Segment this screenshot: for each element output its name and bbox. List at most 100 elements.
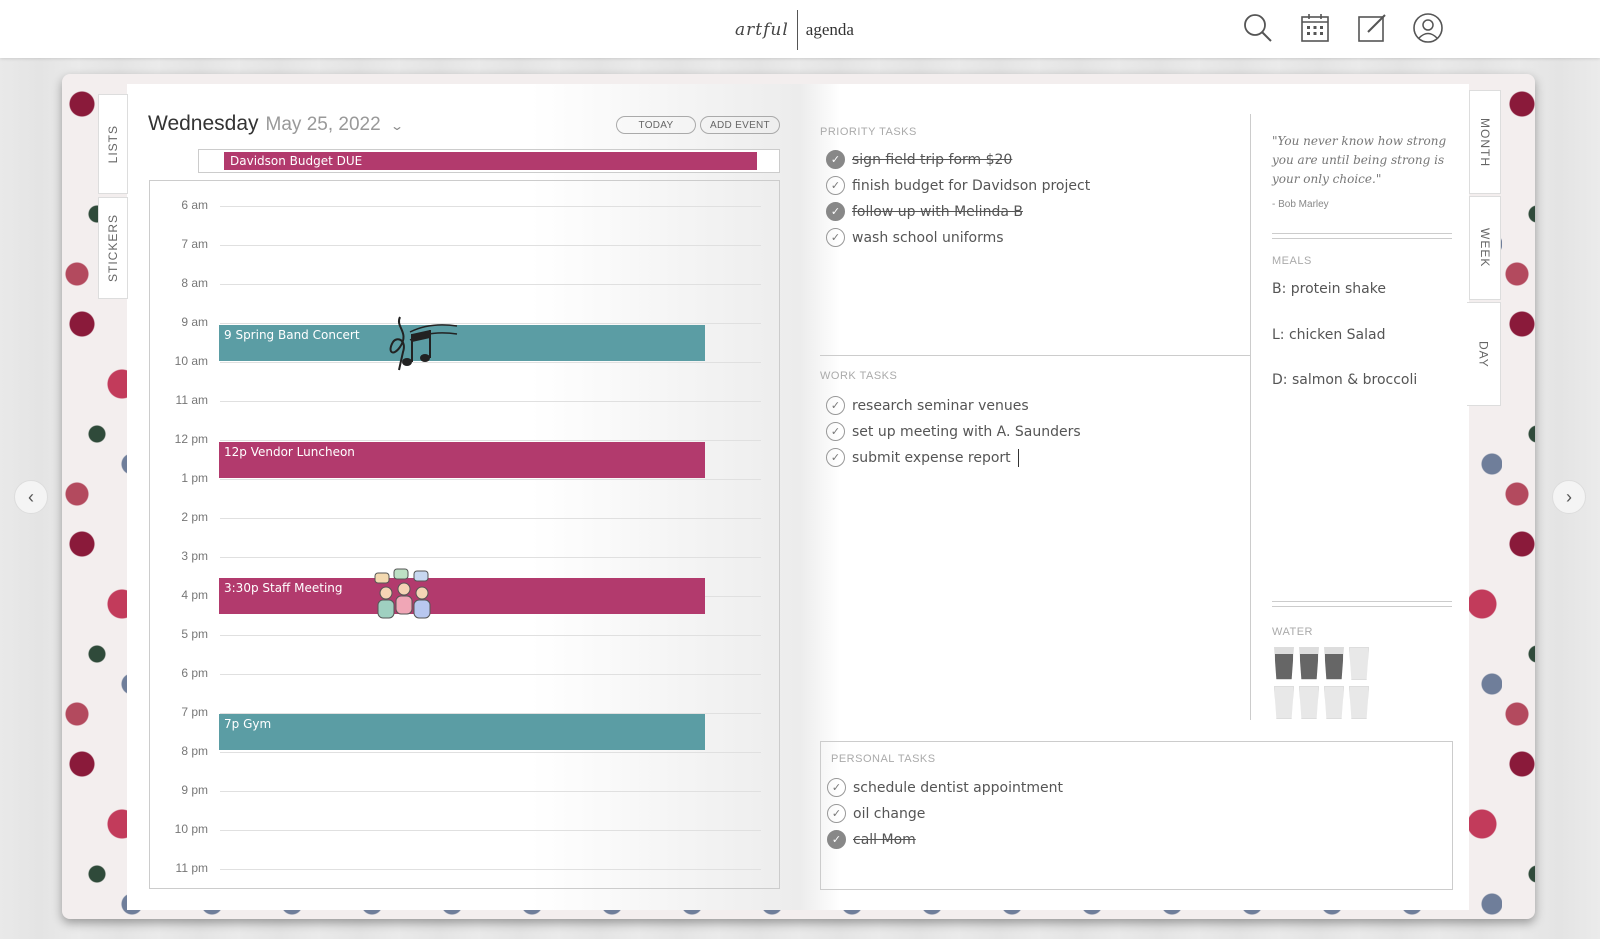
list-item: ✓ research seminar venues [826,396,1029,415]
event-staff-meeting[interactable]: 3:30p Staff Meeting [219,578,705,614]
list-item: ✓ wash school uniforms [826,228,1004,247]
music-notes-sticker[interactable] [385,312,460,374]
chevron-left-icon: ‹ [28,486,34,507]
meal-dinner[interactable]: D: salmon & broccoli [1272,372,1417,388]
hour-label: 6 am [181,198,208,212]
add-event-button[interactable]: ADD EVENT [700,116,780,134]
app-logo[interactable]: artful agenda [735,10,854,50]
list-item: ✓ call Mom [827,830,916,849]
task-checkbox[interactable]: ✓ [826,150,845,169]
day-header: Wednesday May 25, 2022 ⌄ [148,112,404,136]
user-icon[interactable] [1412,12,1444,44]
hour-label: 12 pm [174,432,208,446]
water-cup[interactable] [1349,686,1369,719]
task-text[interactable]: set up meeting with A. Saunders [852,424,1081,440]
calendar-icon[interactable] [1299,12,1331,44]
hour-row: 6 am [150,198,779,245]
task-checkbox[interactable]: ✓ [826,396,845,415]
task-text[interactable]: sign field trip form $20 [852,152,1012,168]
date-label: May 25, 2022 [265,114,381,135]
water-cup[interactable] [1274,686,1294,719]
hour-label: 6 pm [181,666,208,680]
meal-lunch[interactable]: L: chicken Salad [1272,327,1386,343]
personal-tasks-title: PERSONAL TASKS [831,753,936,765]
edit-icon[interactable] [1356,12,1388,44]
tab-lists[interactable]: LISTS [98,94,128,194]
hour-label: 2 pm [181,510,208,524]
list-item: ✓ follow up with Melinda B [826,202,1023,221]
tab-month[interactable]: MONTH [1469,90,1501,194]
hour-label: 1 pm [181,471,208,485]
weekday-label: Wednesday [148,112,259,135]
hour-label: 10 am [174,354,208,368]
hour-label: 9 am [181,315,208,329]
logo-agenda: agenda [805,20,854,39]
list-item: ✓ oil change [827,804,925,823]
hour-label: 4 pm [181,588,208,602]
task-text[interactable]: submit expense report [852,450,1011,466]
text-cursor [1017,448,1019,467]
previous-day-button[interactable]: ‹ [14,480,48,514]
water-title: WATER [1272,626,1313,638]
task-text[interactable]: research seminar venues [852,398,1029,414]
water-cup[interactable] [1349,647,1369,680]
list-item: ✓ set up meeting with A. Saunders [826,422,1081,441]
hour-label: 9 pm [181,783,208,797]
tab-week[interactable]: WEEK [1469,196,1501,300]
meals-title: MEALS [1272,255,1312,267]
all-day-event[interactable]: Davidson Budget DUE [224,152,757,170]
water-cup[interactable] [1324,686,1344,719]
top-bar: artful agenda [0,0,1600,58]
water-cup[interactable] [1299,686,1319,719]
hour-row: 8 am [150,276,779,323]
water-cup[interactable] [1274,647,1294,680]
task-text[interactable]: schedule dentist appointment [853,780,1063,796]
task-checkbox[interactable]: ✓ [827,830,846,849]
next-day-button[interactable]: › [1552,480,1586,514]
task-text[interactable]: finish budget for Davidson project [852,178,1090,194]
meeting-people-sticker[interactable] [372,567,444,621]
task-checkbox[interactable]: ✓ [827,778,846,797]
hour-row: 10 pm [150,822,779,869]
event-spring-band-concert[interactable]: 9 Spring Band Concert [219,325,705,361]
tab-stickers[interactable]: STICKERS [98,197,128,299]
tab-stickers-label: STICKERS [106,213,120,282]
today-button[interactable]: TODAY [616,116,696,134]
tab-week-label: WEEK [1478,228,1492,268]
task-checkbox[interactable]: ✓ [827,804,846,823]
meal-breakfast[interactable]: B: protein shake [1272,281,1386,297]
hour-row: 11 am [150,393,779,440]
tab-day-label: DAY [1476,340,1491,368]
task-checkbox[interactable]: ✓ [826,228,845,247]
task-checkbox[interactable]: ✓ [826,422,845,441]
task-text[interactable]: wash school uniforms [852,230,1004,246]
task-checkbox[interactable]: ✓ [826,176,845,195]
list-item: ✓ finish budget for Davidson project [826,176,1090,195]
water-cup[interactable] [1299,647,1319,680]
water-cup[interactable] [1324,647,1344,680]
event-gym[interactable]: 7p Gym [219,714,705,750]
quote-divider [1272,238,1452,239]
task-checkbox[interactable]: ✓ [826,202,845,221]
priority-tasks-title: PRIORITY TASKS [820,126,917,138]
task-checkbox[interactable]: ✓ [826,448,845,467]
hour-label: 7 pm [181,705,208,719]
task-text[interactable]: follow up with Melinda B [852,204,1023,220]
event-vendor-luncheon[interactable]: 12p Vendor Luncheon [219,442,705,478]
quote-text: "You never know how strong you are until… [1272,134,1447,186]
meals-divider [1272,606,1452,607]
hour-row: 8 pm [150,744,779,791]
hour-label: 8 am [181,276,208,290]
chevron-down-icon[interactable]: ⌄ [390,119,404,133]
task-text[interactable]: call Mom [853,832,916,848]
hour-row: 11 pm [150,861,779,908]
search-icon[interactable] [1242,12,1274,44]
hour-label: 7 am [181,237,208,251]
time-grid[interactable]: 6 am 7 am 8 am 9 am 10 am 11 am 12 pm 1 … [149,180,780,889]
work-tasks-title: WORK TASKS [820,370,898,382]
task-text[interactable]: oil change [853,806,925,822]
tab-day[interactable]: DAY [1467,302,1501,406]
section-divider [820,355,1250,356]
hour-label: 11 am [175,393,208,407]
hour-label: 8 pm [181,744,208,758]
